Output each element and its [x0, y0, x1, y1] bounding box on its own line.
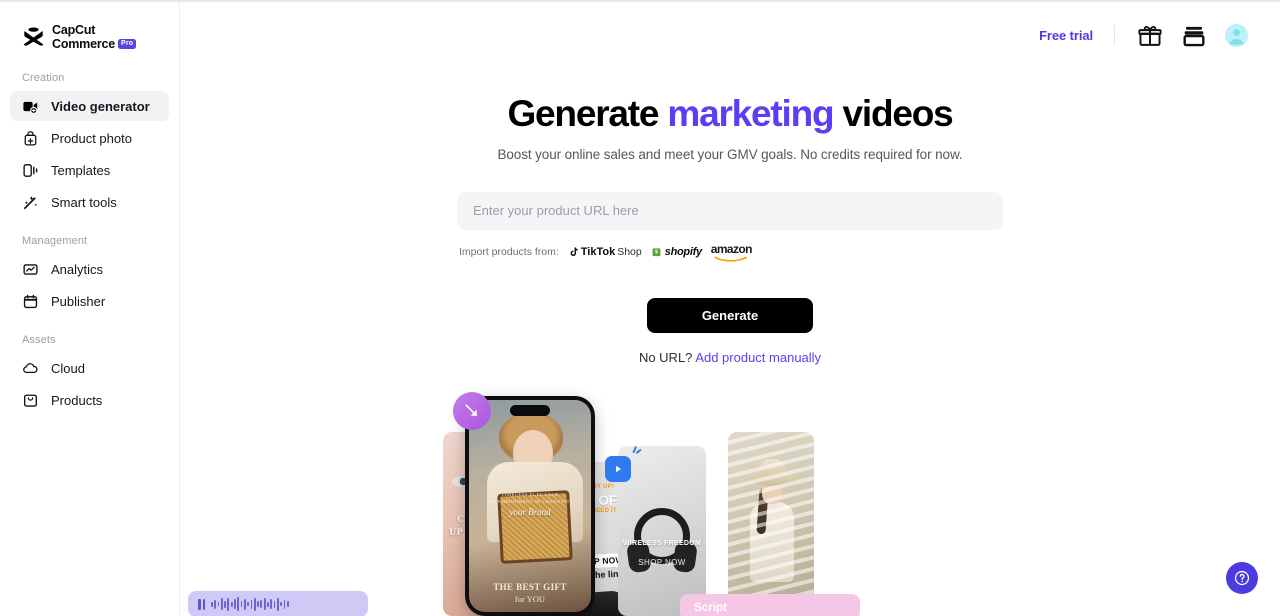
avatar[interactable]	[1225, 24, 1248, 47]
phone-notch	[510, 405, 550, 416]
tiktok-note-icon	[570, 247, 578, 257]
product-url-input[interactable]	[457, 191, 1003, 230]
top-bar: Free trial	[180, 0, 1280, 71]
sidebar-item-publisher[interactable]: Publisher	[10, 286, 169, 316]
add-product-manually-link[interactable]: Add product manually	[695, 350, 821, 365]
amazon-smile-icon	[714, 256, 748, 262]
script-pill[interactable]: Script	[680, 594, 860, 616]
generate-button[interactable]: Generate	[647, 297, 813, 333]
page-title: Generate marketing videos	[180, 93, 1280, 135]
hero-section: Generate marketing videos Boost your onl…	[180, 93, 1280, 162]
headphones-cta: SHOP NOW	[638, 558, 686, 567]
template-phone-icon	[23, 163, 38, 177]
no-url-row: No URL? Add product manually	[180, 350, 1280, 365]
sidebar-item-label: Smart tools	[51, 194, 117, 210]
phone-tagline-1: TIMELESS ELEGANCE	[501, 492, 559, 497]
pause-icon	[198, 598, 205, 610]
sidebar-item-analytics[interactable]: Analytics	[10, 254, 169, 284]
sidebar-group-label-management: Management	[22, 235, 88, 247]
sidebar-item-products[interactable]: Products	[10, 385, 169, 415]
hat-light-stripes	[728, 432, 814, 616]
pro-badge: Pro	[118, 39, 137, 50]
phone-screen: TIMELESS ELEGANCE THE EMBODIMENT OF CREA…	[469, 400, 591, 612]
collage-card-headphones[interactable]: WIRELESS FREEDOM SHOP NOW	[618, 446, 706, 616]
topbar-divider	[1114, 25, 1115, 46]
free-trial-button[interactable]: Free trial	[1039, 28, 1093, 43]
source-shopify[interactable]: shopify	[651, 246, 702, 258]
source-tiktok-shop[interactable]: TikTok Shop	[568, 246, 642, 258]
product-url-form: Import products from: TikTok Shop shopif…	[457, 191, 1003, 262]
sidebar-item-video-generator[interactable]: Video generator	[10, 91, 169, 121]
phone-mockup[interactable]: TIMELESS ELEGANCE THE EMBODIMENT OF CREA…	[465, 396, 595, 616]
sidebar-group-label-creation: Creation	[22, 72, 65, 84]
sidebar-item-label: Product photo	[51, 130, 132, 146]
sidebar-item-templates[interactable]: Templates	[10, 155, 169, 185]
calendar-icon	[23, 294, 38, 308]
help-button[interactable]	[1226, 562, 1258, 594]
headline-part-2: videos	[842, 93, 954, 134]
brand-logo[interactable]: CapCut Commerce Pro	[10, 0, 169, 56]
window-top-border	[0, 0, 1280, 2]
product-box-icon	[24, 394, 37, 407]
ai-badge[interactable]	[453, 392, 491, 430]
archive-tray-icon[interactable]	[1181, 23, 1207, 49]
collage-card-hat[interactable]	[728, 432, 814, 616]
phone-brand-text: your Brand	[509, 507, 551, 517]
script-pill-label: Script	[694, 600, 727, 614]
user-avatar-icon	[1225, 24, 1248, 47]
tiktok-word: TikTok	[580, 246, 616, 259]
import-sources-row: Import products from: TikTok Shop shopif…	[457, 243, 1003, 262]
gift-icon[interactable]	[1137, 23, 1163, 49]
import-label: Import products from:	[459, 246, 559, 259]
page-subtitle: Boost your online sales and meet your GM…	[497, 146, 963, 162]
phone-tagline-2: THE EMBODIMENT OF CREATIVITY	[486, 499, 574, 504]
sidebar-item-product-photo[interactable]: Product photo	[10, 123, 169, 153]
video-plus-icon	[23, 101, 38, 114]
sidebar-item-label: Products	[51, 392, 103, 408]
sidebar-item-label: Analytics	[51, 261, 104, 277]
play-badge[interactable]	[605, 456, 631, 482]
amazon-word: amazon	[710, 241, 753, 256]
sidebar-item-label: Cloud	[51, 360, 85, 376]
brand-line-2: Commerce	[52, 36, 116, 51]
no-url-label: No URL?	[638, 349, 693, 365]
sidebar-group-label-assets: Assets	[22, 334, 56, 346]
headline-accent: marketing	[667, 93, 834, 134]
shop-word: Shop	[617, 246, 642, 259]
sidebar-item-smart-tools[interactable]: Smart tools	[10, 187, 169, 217]
main-content: Free trial Generate marketing videos Boo…	[180, 0, 1280, 616]
waveform-icon	[211, 597, 289, 611]
play-icon	[616, 465, 621, 473]
capcut-bowtie-logo-icon	[23, 27, 44, 46]
sidebar-item-cloud[interactable]: Cloud	[10, 353, 169, 383]
bag-plus-icon	[24, 130, 37, 146]
phone-gift-line-1: THE BEST GIFT	[493, 582, 567, 592]
sidebar-item-label: Templates	[51, 162, 111, 178]
audio-track-pill[interactable]	[188, 591, 368, 616]
shopify-word: shopify	[664, 246, 702, 259]
cloud-icon	[23, 362, 38, 373]
chart-box-icon	[23, 263, 38, 275]
source-amazon[interactable]: amazon	[711, 243, 752, 262]
sidebar-item-label: Video generator	[51, 98, 150, 114]
brand-line-1: CapCut	[52, 23, 96, 37]
magic-wand-icon	[23, 195, 38, 209]
headphones-title: WIRELESS FREEDOM	[622, 540, 702, 547]
headline-part-1: Generate	[507, 93, 659, 134]
shopify-bag-icon	[652, 248, 661, 257]
app-root: CapCut Commerce Pro Creation Video gener…	[0, 0, 1280, 616]
sidebar-item-label: Publisher	[51, 293, 106, 309]
ai-cursor-icon	[465, 404, 477, 416]
phone-gift-line-2: for YOU	[514, 594, 546, 604]
question-circle-icon	[1234, 570, 1250, 586]
hero-collage: Script COSMETICS UP TO 20% OFF GET HURRY…	[180, 378, 1280, 616]
sidebar: CapCut Commerce Pro Creation Video gener…	[0, 0, 180, 616]
